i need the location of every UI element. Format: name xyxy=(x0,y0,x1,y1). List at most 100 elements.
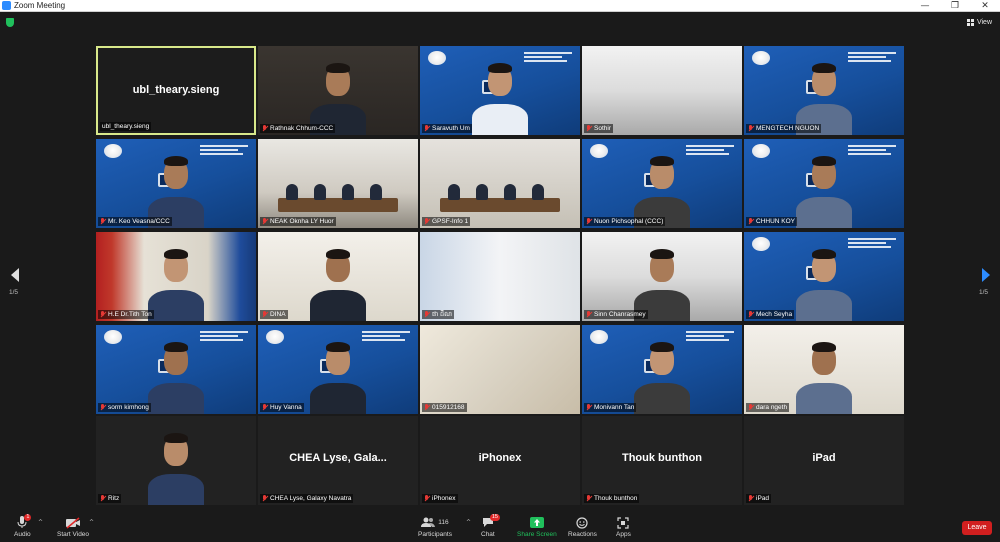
participant-tile[interactable]: Sothir xyxy=(582,46,742,135)
audio-button[interactable]: 1 Audio xyxy=(14,514,32,538)
participant-name: Saravuth Um xyxy=(432,125,470,132)
participant-name: MENGTECH NGUON xyxy=(756,125,820,132)
participant-tile[interactable]: Mech Seyha xyxy=(744,232,904,321)
participant-name: Huy Vanna xyxy=(270,404,302,411)
participant-tile[interactable]: MENGTECH NGUON xyxy=(744,46,904,135)
participant-name: dara ngeth xyxy=(756,404,788,411)
participant-tile[interactable]: dara ngeth xyxy=(744,325,904,414)
chat-button[interactable]: 15 Chat xyxy=(481,514,500,538)
muted-microphone-icon xyxy=(100,311,106,318)
banner-text-graphic xyxy=(524,52,572,66)
previous-page-arrow-icon[interactable] xyxy=(11,268,19,282)
chat-badge: 15 xyxy=(489,514,500,521)
minimize-button[interactable]: — xyxy=(910,0,940,12)
page-indicator-left: 1/5 xyxy=(9,289,19,296)
participant-name: Rathnak Chhum-CCC xyxy=(270,125,334,132)
participant-name-label: Mech Seyha xyxy=(746,310,795,319)
close-button[interactable]: ✕ xyxy=(970,0,1000,12)
participant-name: iPhonex xyxy=(432,495,456,502)
banner-text-graphic xyxy=(200,145,248,159)
participant-name: Mr. Keo Veasna/CCC xyxy=(108,218,170,225)
participant-name: CHHUN KOY xyxy=(756,218,796,225)
participant-tile[interactable]: H.E Dr.Tith Ton xyxy=(96,232,256,321)
participant-name-label: MENGTECH NGUON xyxy=(746,124,822,133)
banner-text-graphic xyxy=(848,52,896,66)
view-button-label: View xyxy=(976,18,992,26)
participant-name-label: CHEA Lyse, Galaxy Navatra xyxy=(260,494,354,503)
apps-label: Apps xyxy=(616,531,631,538)
attendee-figure xyxy=(448,184,460,200)
muted-microphone-icon xyxy=(586,218,592,225)
share-screen-button[interactable]: Share Screen xyxy=(517,516,557,538)
restore-button[interactable]: ❐ xyxy=(940,0,970,12)
chamber-logo-icon xyxy=(428,51,446,65)
participant-name: DINA xyxy=(270,311,286,318)
muted-microphone-icon xyxy=(424,311,430,318)
participants-button[interactable]: 116 Participants xyxy=(418,516,452,538)
chamber-logo-icon xyxy=(752,51,770,65)
apps-button[interactable]: Apps xyxy=(616,516,631,538)
attendee-figure xyxy=(370,184,382,200)
participant-tile[interactable]: CHHUN KOY xyxy=(744,139,904,228)
participant-tile[interactable]: DINA xyxy=(258,232,418,321)
participant-tile[interactable]: Rathnak Chhum-CCC xyxy=(258,46,418,135)
participant-tile[interactable]: Sinn Chanrasmey xyxy=(582,232,742,321)
share-screen-label: Share Screen xyxy=(517,531,557,538)
participant-tile[interactable]: Huy Vanna xyxy=(258,325,418,414)
participant-tile[interactable]: sorm kimhong xyxy=(96,325,256,414)
participant-tile[interactable]: Thouk bunthon Thouk bunthon xyxy=(582,416,742,505)
participant-tile[interactable]: 015912168 xyxy=(420,325,580,414)
muted-microphone-icon xyxy=(100,495,106,502)
attendee-figure xyxy=(476,184,488,200)
muted-microphone-icon xyxy=(748,125,754,132)
banner-text-graphic xyxy=(200,331,248,345)
participant-name: Nuon Pichsophal (CCC) xyxy=(594,218,664,225)
chamber-logo-icon xyxy=(590,330,608,344)
audio-options-caret-icon[interactable]: ^ xyxy=(38,519,43,526)
view-button[interactable]: View xyxy=(966,16,992,28)
participant-name-label: Ritz xyxy=(98,494,122,503)
muted-microphone-icon xyxy=(424,125,430,132)
participant-tile[interactable]: Saravuth Um xyxy=(420,46,580,135)
muted-microphone-icon xyxy=(586,404,592,411)
attendee-figure xyxy=(342,184,354,200)
participant-tile[interactable]: Nuon Pichsophal (CCC) xyxy=(582,139,742,228)
next-page-arrow-icon[interactable] xyxy=(982,268,990,282)
participant-tile[interactable]: CHEA Lyse, Gala... CHEA Lyse, Galaxy Nava… xyxy=(258,416,418,505)
participant-tile[interactable]: NEAK Oknha LY Huor xyxy=(258,139,418,228)
participant-tile[interactable]: Mr. Keo Veasna/CCC xyxy=(96,139,256,228)
participant-display-name: iPhonex xyxy=(478,452,522,464)
participant-name: ubl_theary.sieng xyxy=(102,123,150,130)
leave-button[interactable]: Leave xyxy=(962,521,992,535)
muted-microphone-icon xyxy=(586,311,592,318)
muted-microphone-icon xyxy=(748,311,754,318)
participants-icon: 116 xyxy=(421,516,449,529)
video-options-caret-icon[interactable]: ^ xyxy=(89,519,94,526)
start-video-button[interactable]: Start Video xyxy=(57,516,89,538)
reactions-label: Reactions xyxy=(568,531,597,538)
participant-name-label: Monivann Tan xyxy=(584,403,637,412)
meeting-topbar: View xyxy=(0,12,1000,32)
muted-microphone-icon xyxy=(424,404,430,411)
participant-tile[interactable]: iPhonex iPhonex xyxy=(420,416,580,505)
chamber-logo-icon xyxy=(104,330,122,344)
participant-tile[interactable]: GPSF-Info 1 xyxy=(420,139,580,228)
participant-tile[interactable]: iPad iPad xyxy=(744,416,904,505)
participants-options-caret-icon[interactable]: ^ xyxy=(466,519,471,526)
participant-tile[interactable]: Ritz xyxy=(96,416,256,505)
participant-tile[interactable]: ubl_theary.sieng ubl_theary.sieng xyxy=(96,46,256,135)
participant-tile[interactable]: ផា ដឹណ xyxy=(420,232,580,321)
encryption-shield-icon[interactable] xyxy=(6,18,14,27)
participant-name: Sothir xyxy=(594,125,611,132)
participants-count: 116 xyxy=(438,519,449,526)
muted-microphone-icon xyxy=(262,125,268,132)
meeting-table-graphic xyxy=(440,198,560,212)
participant-name-label: H.E Dr.Tith Ton xyxy=(98,310,154,319)
participant-name-label: dara ngeth xyxy=(746,403,790,412)
banner-text-graphic xyxy=(686,331,734,345)
participant-name: GPSF-Info 1 xyxy=(432,218,469,225)
reactions-button[interactable]: Reactions xyxy=(568,516,597,538)
participant-name: Monivann Tan xyxy=(594,404,635,411)
participant-display-name: ubl_theary.sieng xyxy=(132,84,220,96)
participant-tile[interactable]: Monivann Tan xyxy=(582,325,742,414)
